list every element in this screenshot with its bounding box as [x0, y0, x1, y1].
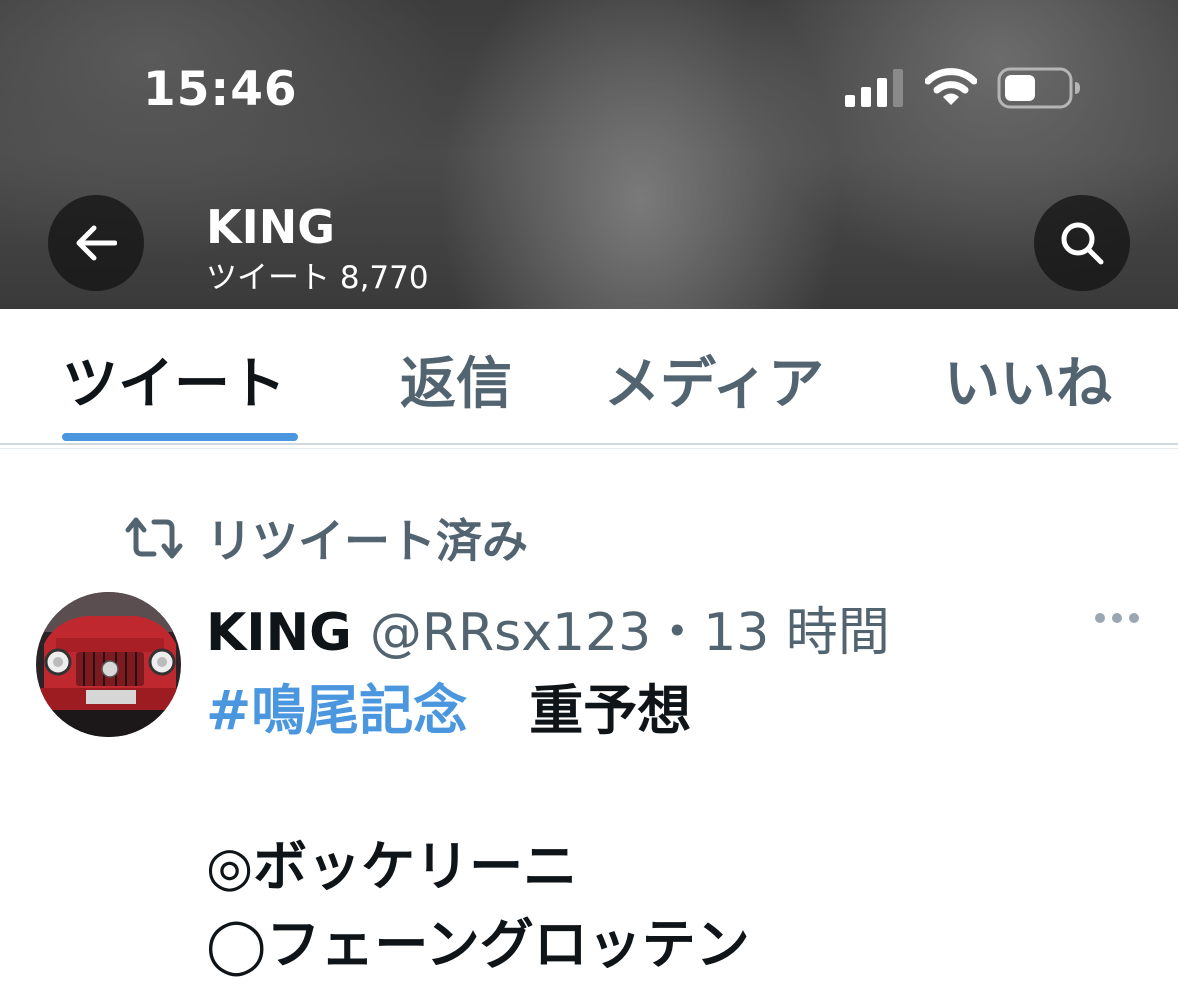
tweet-line: #鳴尾記念 重予想	[206, 672, 1156, 750]
header-profile-name: KING	[206, 200, 336, 254]
wifi-icon	[925, 68, 977, 105]
profile-header-banner: 15:46 KING ツイート 8,770	[0, 0, 1178, 309]
divider	[0, 448, 1178, 449]
avatar-car-image	[36, 592, 181, 737]
tab-media[interactable]: メディア	[604, 339, 824, 420]
back-button[interactable]	[48, 195, 144, 291]
tab-tweets[interactable]: ツイート	[62, 339, 286, 420]
hashtag-link[interactable]: #鳴尾記念	[206, 679, 467, 742]
tweet-author-meta[interactable]: @RRsx123・13 時間	[370, 590, 890, 665]
tweet-text: #鳴尾記念 重予想 ◎ボッケリーニ ◯フェーングロッテン	[206, 672, 1156, 984]
header-tweet-count: ツイート 8,770	[206, 260, 429, 296]
retweet-icon	[125, 517, 183, 559]
cellular-signal-icon	[845, 69, 903, 107]
tweet-header: KING @RRsx123・13 時間	[206, 590, 890, 663]
tab-replies[interactable]: 返信	[400, 339, 512, 420]
tweet-line: ◯フェーングロッテン	[206, 913, 750, 976]
search-icon	[1061, 222, 1104, 265]
profile-tabs: ツイート 返信 メディア いいね	[0, 309, 1178, 445]
tab-likes[interactable]: いいね	[944, 339, 1112, 420]
tweet-text-segment: 重予想	[529, 679, 692, 742]
retweet-label: リツイート済み	[206, 514, 528, 568]
arrow-left-icon	[76, 225, 117, 261]
status-time: 15:46	[143, 62, 298, 117]
tweet-author-name[interactable]: KING	[206, 603, 352, 663]
more-options-icon[interactable]	[1094, 608, 1140, 628]
avatar[interactable]	[36, 592, 181, 737]
search-button[interactable]	[1034, 195, 1130, 291]
tweet-line: ◎ボッケリーニ	[206, 835, 578, 898]
active-tab-indicator	[62, 433, 298, 441]
retweet-context[interactable]: リツイート済み	[122, 508, 528, 568]
battery-icon	[997, 67, 1080, 109]
